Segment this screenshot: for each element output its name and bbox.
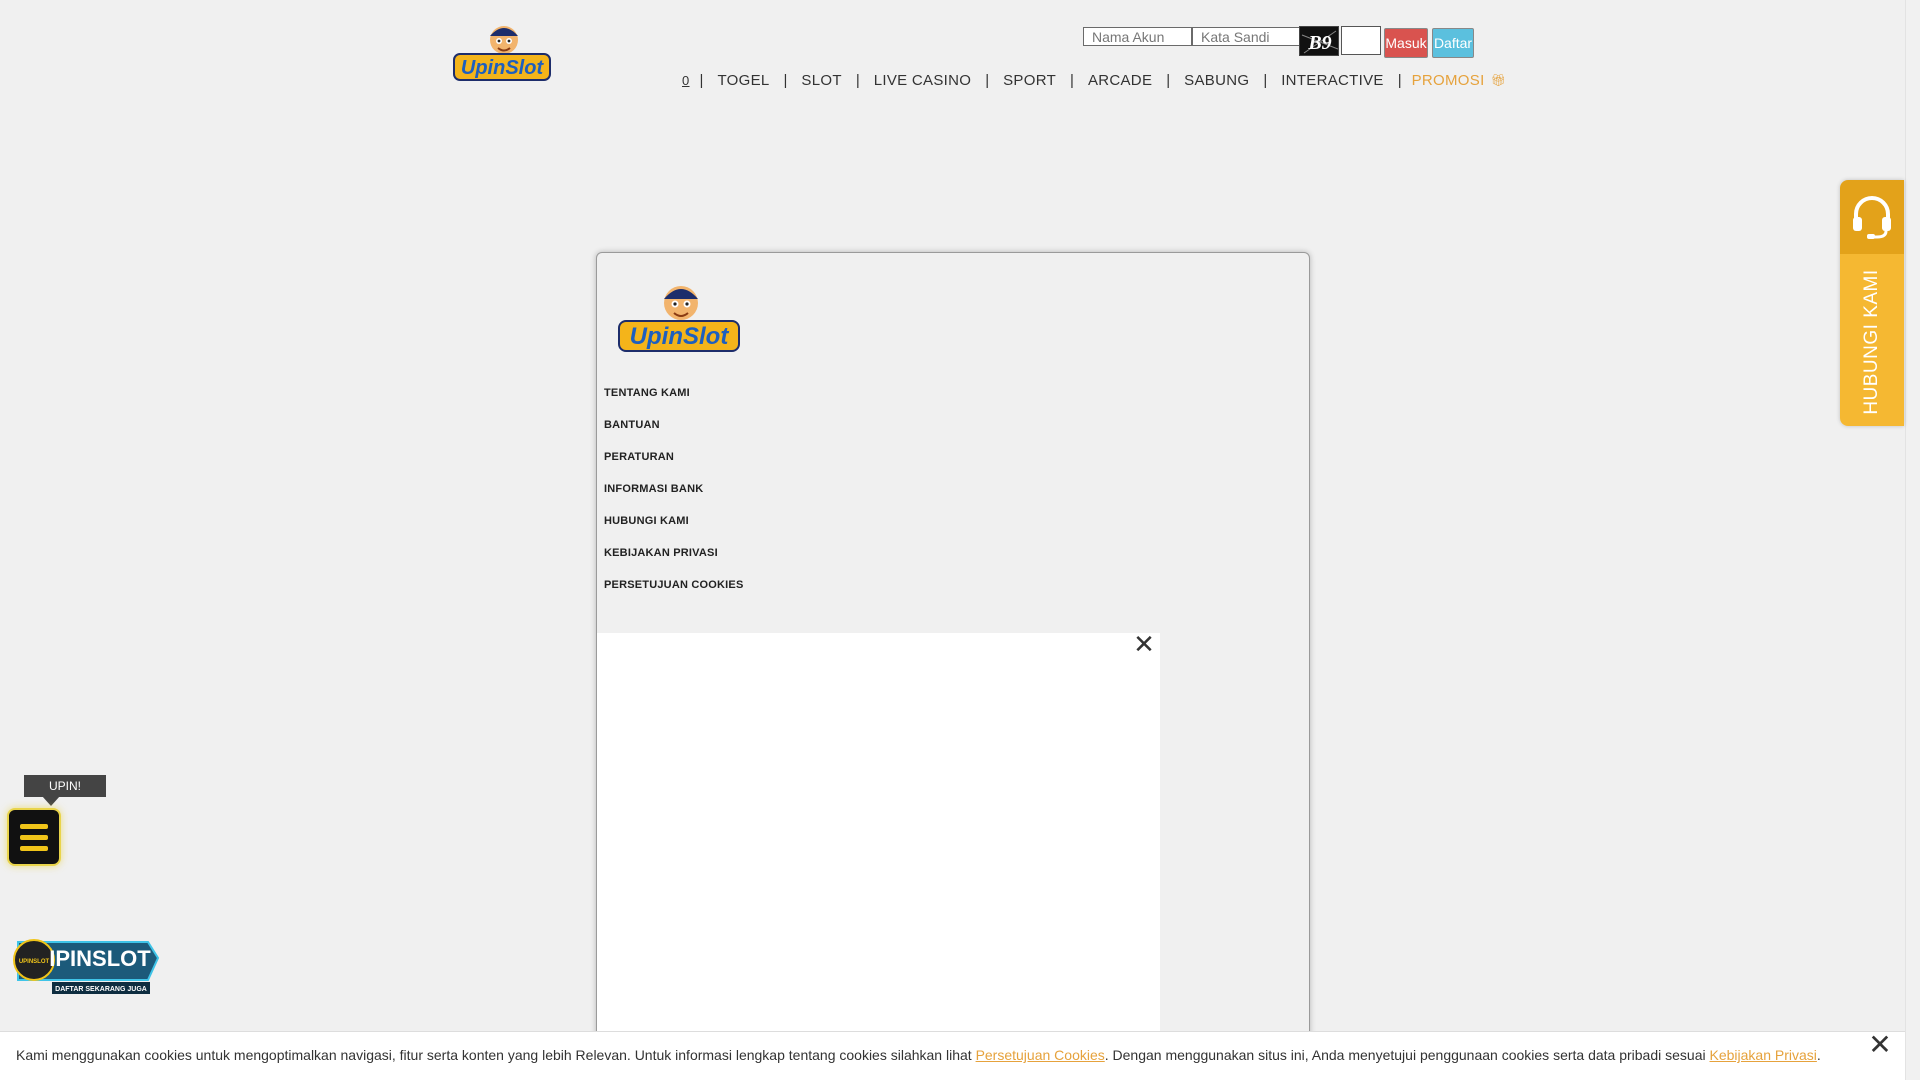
popup-overlay (597, 633, 1160, 1080)
footer-links: TENTANG KAMI BANTUAN PERATURAN INFORMASI… (604, 384, 744, 608)
captcha-text: B9 (1307, 32, 1331, 54)
ipinslot-banner[interactable]: UPINSLOT IPINSLOT DAFTAR SEKARANG JUGA (12, 928, 160, 996)
hamburger-menu-icon[interactable] (7, 808, 61, 866)
password-input[interactable] (1192, 27, 1301, 46)
link-informasi-bank[interactable]: INFORMASI BANK (604, 480, 744, 512)
nav-live-casino[interactable]: LIVE CASINO (860, 72, 986, 89)
logo-text: UpinSlot (461, 57, 545, 79)
link-tentang-kami[interactable]: TENTANG KAMI (604, 384, 744, 416)
login-button[interactable]: Masuk (1384, 28, 1428, 58)
privacy-policy-link[interactable]: Kebijakan Privasi (1710, 1047, 1817, 1063)
upinslot-logo[interactable]: UpinSlot (452, 16, 552, 84)
nav-promosi[interactable]: PROMOSI (1402, 72, 1491, 89)
nav-slot[interactable]: SLOT (787, 72, 855, 89)
gift-icon[interactable]: 🎁︎ (1491, 73, 1506, 87)
contact-label[interactable]: HUBUNGI KAMI (1861, 269, 1883, 414)
banner-subtitle: DAFTAR SEKARANG JUGA (55, 986, 147, 993)
link-bantuan[interactable]: BANTUAN (604, 416, 744, 448)
link-hubungi-kami[interactable]: HUBUNGI KAMI (604, 512, 744, 544)
link-kebijakan-privasi[interactable]: KEBIJAKAN PRIVASI (604, 544, 744, 576)
captcha-input[interactable] (1341, 26, 1381, 55)
menu-bar (20, 834, 48, 840)
page-scrollbar[interactable] (1905, 0, 1920, 1080)
nav-sport[interactable]: SPORT (989, 72, 1070, 89)
headset-icon[interactable] (1840, 180, 1904, 254)
nav-arcade[interactable]: ARCADE (1074, 72, 1166, 89)
cookie-consent-link[interactable]: Persetujuan Cookies (976, 1047, 1105, 1063)
cookie-text: . (1816, 1047, 1821, 1063)
username-input[interactable] (1083, 27, 1192, 46)
menu-bar (20, 845, 48, 851)
cookie-bar: Kami menggunakan cookies untuk mengoptim… (0, 1031, 1905, 1080)
nav-interactive[interactable]: INTERACTIVE (1267, 72, 1397, 89)
menu-bar (20, 823, 48, 829)
register-button[interactable]: Daftar (1432, 28, 1474, 58)
main-nav: 0 | TOGEL | SLOT | LIVE CASINO | SPORT |… (677, 70, 1506, 90)
nav-togel[interactable]: TOGEL (703, 72, 783, 89)
link-persetujuan-cookies[interactable]: PERSETUJUAN COOKIES (604, 576, 744, 608)
banner-title: IPINSLOT (49, 946, 151, 971)
link-peraturan[interactable]: PERATURAN (604, 448, 744, 480)
popup-close-icon[interactable]: ✕ (1131, 631, 1157, 658)
panel-logo-text: UpinSlot (630, 323, 730, 350)
cookie-close-icon[interactable]: ✕ (1866, 1031, 1894, 1060)
banner-badge: UPINSLOT (19, 959, 50, 965)
cookie-text: Kami menggunakan cookies untuk mengoptim… (16, 1047, 976, 1063)
cookie-text: . Dengan menggunakan situs ini, Anda men… (1104, 1047, 1710, 1063)
upin-tooltip: UPIN! (24, 775, 106, 806)
upinslot-panel-logo: UpinSlot (618, 286, 740, 352)
contact-side-tab[interactable]: HUBUNGI KAMI (1840, 180, 1904, 426)
nav-sabung[interactable]: SABUNG (1170, 72, 1263, 89)
contact-body[interactable]: HUBUNGI KAMI (1840, 254, 1904, 426)
captcha-image: B9 (1299, 26, 1339, 56)
nav-home[interactable]: 0 (677, 73, 700, 88)
